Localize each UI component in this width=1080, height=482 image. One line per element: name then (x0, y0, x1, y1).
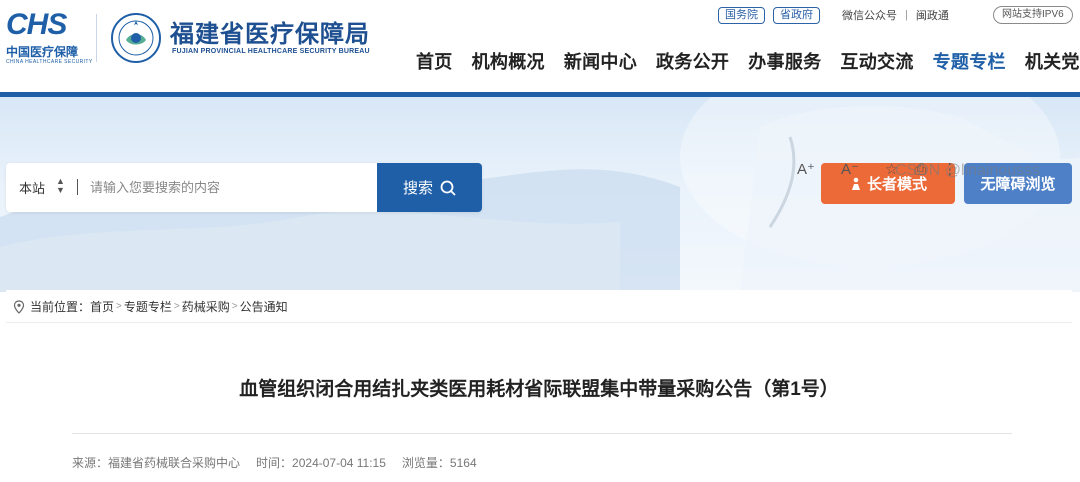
chs-logo[interactable]: CHS 中国医疗保障 CHINA HEALTHCARE SECURITY (6, 8, 92, 66)
breadcrumb-prefix: 当前位置： (30, 300, 91, 314)
search-scope-select[interactable]: 本站 (19, 178, 45, 197)
article-panel: 当前位置： 首页 > 专题专栏 > 药械采购 > 公告通知 血管组织闭合用结扎夹… (6, 290, 1072, 482)
chs-en-text: CHINA HEALTHCARE SECURITY (6, 59, 93, 65)
nav-party-building[interactable]: 机关党建 (1025, 48, 1080, 74)
meta-source: 来源：福建省药械联合采购中心 (72, 454, 240, 471)
nav-special-topics[interactable]: 专题专栏 (933, 48, 1006, 74)
breadcrumb-special-topics[interactable]: 专题专栏 (124, 298, 172, 315)
search-divider (77, 179, 78, 195)
meta-views: 浏览量：5164 (402, 454, 477, 471)
meta-views-label: 浏览量： (401, 456, 450, 470)
csdn-watermark: CSDN @linainousss (895, 162, 1041, 179)
bureau-seal-icon (111, 13, 161, 63)
nav-home[interactable]: 首页 (416, 48, 453, 74)
article-title: 血管组织闭合用结扎夹类医用耗材省际联盟集中带量采购公告（第1号） (239, 379, 839, 400)
logo-divider (96, 14, 97, 62)
ipv6-badge: 网站支持IPV6 (993, 6, 1073, 24)
shengzhengfu-link[interactable]: 省政府 (773, 6, 820, 24)
breadcrumb-notices[interactable]: 公告通知 (240, 298, 288, 315)
meta-time-value: 2024-07-04 11:15 (292, 456, 386, 470)
top-links: 国务院 省政府 微信公众号 | 闽政通 (718, 6, 949, 24)
breadcrumb-home[interactable]: 首页 (90, 298, 114, 315)
chs-mark: CHS (6, 8, 67, 41)
top-link-separator: | (905, 9, 908, 21)
bureau-name-en: FUJIAN PROVINCIAL HEALTHCARE SECURITY BU… (172, 48, 370, 55)
search-input[interactable]: 请输入您要搜索的内容 (90, 177, 220, 196)
breadcrumb-separator: > (173, 301, 180, 312)
nav-gov-affairs[interactable]: 政务公开 (656, 48, 729, 74)
site-header: CHS 中国医疗保障 CHINA HEALTHCARE SECURITY 福建省… (0, 0, 1080, 92)
meta-views-value: 5164 (449, 456, 477, 470)
search-button[interactable]: 搜索 (377, 163, 482, 212)
breadcrumb: 当前位置： 首页 > 专题专栏 > 药械采购 > 公告通知 (12, 298, 288, 315)
main-nav: 首页 机构概况 新闻中心 政务公开 办事服务 互动交流 专题专栏 机关党建 (416, 48, 1080, 74)
search-icon (440, 180, 456, 196)
meta-divider (72, 433, 1012, 434)
nav-interaction[interactable]: 互动交流 (840, 48, 913, 74)
bureau-name[interactable]: 福建省医疗保障局 (170, 14, 370, 49)
search-button-label: 搜索 (402, 180, 433, 197)
breadcrumb-separator: > (231, 301, 238, 312)
meta-time: 时间：2024-07-04 11:15 (256, 454, 386, 471)
elder-person-icon (851, 177, 860, 190)
wechat-link[interactable]: 微信公众号 (842, 7, 897, 23)
breadcrumb-procurement[interactable]: 药械采购 (182, 298, 230, 315)
guowuyuan-link[interactable]: 国务院 (718, 6, 765, 24)
nav-news[interactable]: 新闻中心 (564, 48, 637, 74)
updown-arrows-icon[interactable]: ▲ ▼ (56, 177, 65, 195)
meta-time-label: 时间： (256, 456, 293, 470)
site-search: 本站 ▲ ▼ 请输入您要搜索的内容 搜索 (6, 163, 482, 212)
nav-services[interactable]: 办事服务 (748, 48, 821, 74)
meta-source-value: 福建省药械联合采购中心 (108, 456, 241, 470)
font-decrease-button[interactable]: A⁻ (841, 160, 859, 178)
minzhengtong-link[interactable]: 闽政通 (916, 7, 949, 23)
font-increase-button[interactable]: A⁺ (797, 160, 815, 178)
nav-institution[interactable]: 机构概况 (472, 48, 545, 74)
breadcrumb-divider (6, 322, 1072, 323)
article-meta: 来源：福建省药械联合采购中心 时间：2024-07-04 11:15 浏览量：5… (72, 454, 477, 471)
meta-source-label: 来源： (72, 456, 109, 470)
location-pin-icon (13, 299, 25, 314)
chs-cn-text: 中国医疗保障 (6, 45, 79, 59)
breadcrumb-separator: > (116, 301, 122, 312)
